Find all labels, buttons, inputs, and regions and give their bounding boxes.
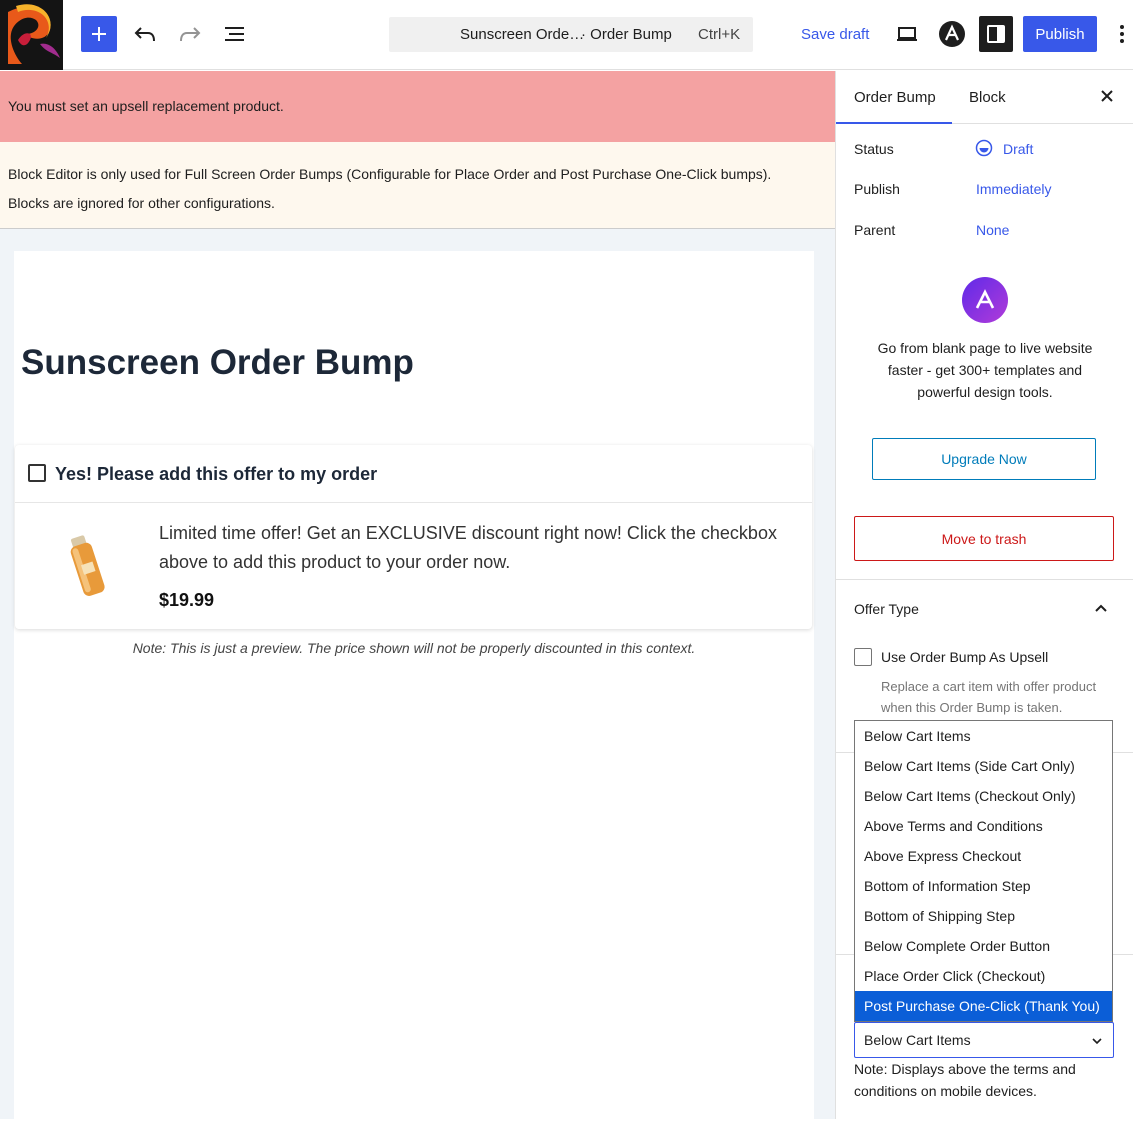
shortcut-hint: Ctrl+K — [698, 26, 741, 43]
status-value-button[interactable]: Draft — [1003, 141, 1033, 157]
settings-toggle-button[interactable] — [979, 16, 1013, 52]
upgrade-now-button[interactable]: Upgrade Now — [872, 438, 1096, 480]
use-as-upsell-checkbox[interactable] — [854, 648, 872, 666]
list-view-icon — [225, 27, 244, 41]
dropdown-option[interactable]: Below Cart Items (Checkout Only) — [855, 781, 1112, 811]
dropdown-option[interactable]: Bottom of Information Step — [855, 871, 1112, 901]
dropdown-option[interactable]: Below Cart Items — [855, 721, 1112, 751]
astra-logo-icon — [975, 289, 995, 309]
astra-icon — [939, 21, 965, 47]
offer-price: $19.99 — [159, 590, 215, 610]
move-to-trash-button[interactable]: Move to trash — [854, 516, 1114, 561]
add-block-button[interactable] — [81, 16, 117, 52]
dropdown-option-highlighted[interactable]: Post Purchase One-Click (Thank You) — [855, 991, 1112, 1021]
editor-canvas: Sunscreen Order Bump Yes! Please add thi… — [0, 229, 835, 1131]
editor-header: Sunscreen Orde… · Order Bump Ctrl+K Save… — [0, 0, 1133, 70]
options-menu-button[interactable] — [1112, 16, 1132, 52]
panel-toggle-button[interactable] — [1093, 600, 1109, 616]
location-dropdown-list: Below Cart Items Below Cart Items (Side … — [854, 720, 1113, 1022]
use-as-upsell-help: Replace a cart item with offer product w… — [881, 679, 1097, 715]
tab-block[interactable]: Block — [969, 71, 1006, 124]
offer-checkbox-label: Yes! Please add this offer to my order — [55, 464, 378, 484]
order-bump-header: Yes! Please add this offer to my order — [15, 445, 812, 503]
dropdown-option[interactable]: Place Order Click (Checkout) — [855, 961, 1112, 991]
publish-label: Publish — [854, 181, 900, 197]
undo-button[interactable] — [127, 16, 163, 52]
use-as-upsell-label: Use Order Bump As Upsell — [881, 649, 1049, 665]
parent-label: Parent — [854, 222, 896, 238]
error-notice: You must set an upsell replacement produ… — [0, 71, 835, 142]
redo-button[interactable] — [172, 16, 208, 52]
page-title[interactable]: Sunscreen Order Bump — [21, 343, 414, 383]
dropdown-option[interactable]: Bottom of Shipping Step — [855, 901, 1112, 931]
publish-date-button[interactable]: Immediately — [976, 181, 1051, 197]
info-notice-line-2: Blocks are ignored for other configurati… — [8, 195, 275, 211]
product-image — [70, 535, 105, 596]
order-bump-block[interactable]: Yes! Please add this offer to my order L… — [15, 445, 812, 629]
chevron-up-icon — [1095, 604, 1107, 612]
publish-button[interactable]: Publish — [1023, 16, 1097, 52]
status-label: Status — [854, 141, 894, 157]
location-select-value: Below Cart Items — [864, 1032, 971, 1048]
promo-text: Go from blank page to live website faste… — [877, 340, 1093, 400]
chevron-down-icon — [1092, 1038, 1102, 1045]
dropdown-option[interactable]: Below Complete Order Button — [855, 931, 1112, 961]
draft-status-icon — [975, 139, 993, 157]
sidebar-icon — [987, 25, 1005, 43]
preview-note: Note: This is just a preview. The price … — [132, 640, 696, 656]
editor-page: Sunscreen Order Bump Yes! Please add thi… — [14, 251, 814, 1131]
redo-icon — [180, 27, 201, 42]
desktop-icon — [897, 27, 917, 41]
dropdown-option[interactable]: Above Express Checkout — [855, 841, 1112, 871]
offer-description: Limited time offer! Get an EXCLUSIVE dis… — [159, 523, 777, 572]
document-overview-button[interactable] — [217, 16, 253, 52]
parent-select-button[interactable]: None — [976, 222, 1009, 238]
close-icon — [1101, 90, 1113, 102]
preview-button[interactable] — [890, 16, 924, 52]
offer-type-panel-title[interactable]: Offer Type — [854, 601, 919, 617]
site-logo[interactable] — [0, 0, 63, 70]
sidebar-tabs: Order Bump Block — [836, 71, 1133, 124]
save-draft-button[interactable]: Save draft — [801, 26, 869, 43]
info-notice: Block Editor is only used for Full Scree… — [0, 142, 835, 229]
divider — [836, 579, 1133, 580]
document-title: Sunscreen Orde… — [460, 26, 585, 43]
location-select[interactable]: Below Cart Items — [854, 1022, 1114, 1058]
astra-settings-button[interactable] — [935, 16, 969, 52]
offer-checkbox[interactable] — [28, 464, 46, 482]
error-notice-text: You must set an upsell replacement produ… — [8, 98, 284, 114]
undo-icon — [134, 27, 155, 42]
command-palette-bar[interactable]: Sunscreen Orde… · Order Bump Ctrl+K — [389, 17, 753, 52]
tab-order-bump[interactable]: Order Bump — [836, 71, 952, 124]
plus-icon — [92, 27, 106, 41]
dropdown-option[interactable]: Below Cart Items (Side Cart Only) — [855, 751, 1112, 781]
close-sidebar-button[interactable] — [1097, 86, 1117, 106]
location-note: Note: Displays above the terms and condi… — [854, 1061, 1076, 1099]
document-type: · Order Bump — [581, 26, 672, 43]
info-notice-line-1: Block Editor is only used for Full Scree… — [8, 166, 772, 182]
astra-logo — [962, 277, 1008, 323]
dropdown-option[interactable]: Above Terms and Conditions — [855, 811, 1112, 841]
more-vertical-icon — [1120, 25, 1124, 43]
